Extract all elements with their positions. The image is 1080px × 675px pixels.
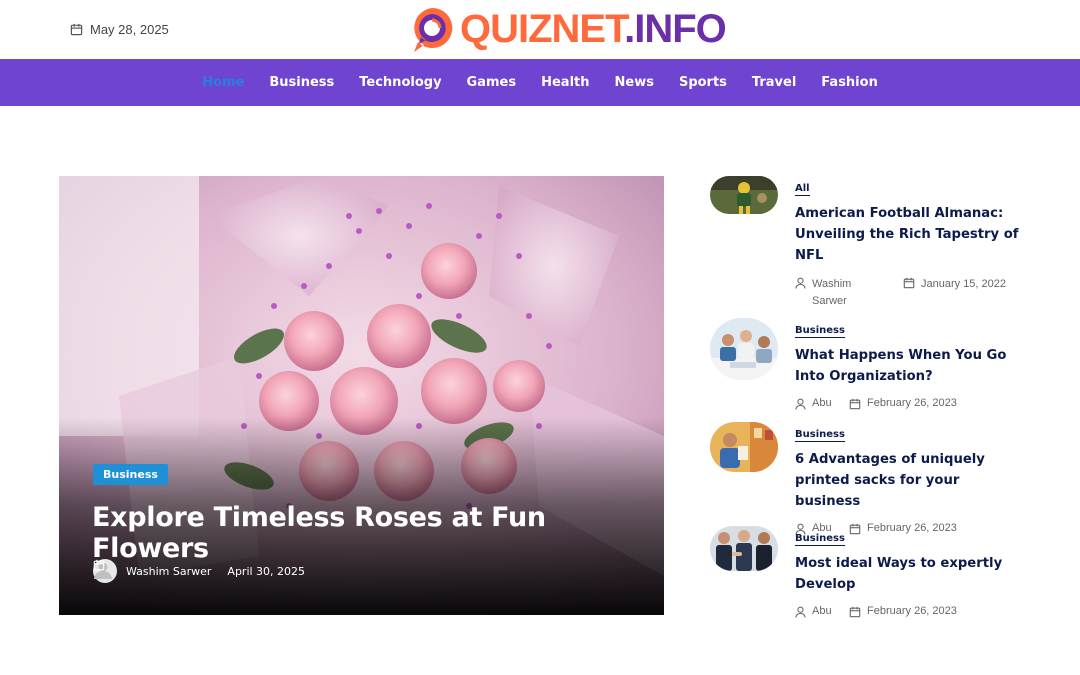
nav-item-health[interactable]: Health (529, 75, 602, 90)
post-category[interactable]: All (795, 182, 810, 196)
nav-item-business[interactable]: Business (257, 75, 347, 90)
nav-item-news[interactable]: News (602, 75, 666, 90)
nav-item-home[interactable]: Home (190, 75, 257, 90)
post-title[interactable]: What Happens When You Go Into Organizati… (795, 345, 1020, 387)
user-icon (795, 398, 806, 410)
main-nav: Home Business Technology Games Health Ne… (0, 59, 1080, 106)
header-date: May 28, 2025 (70, 22, 169, 37)
football-player-image (710, 176, 778, 214)
hero-category-badge[interactable]: Business (93, 464, 168, 485)
calendar-icon (903, 277, 915, 289)
post-meta: Abu February 26, 2023 (795, 605, 1020, 618)
user-icon (795, 606, 806, 618)
post-thumbnail[interactable] (710, 526, 778, 571)
hero-author[interactable]: Washim Sarwer (126, 565, 211, 578)
logo-text-quiznet: QUIZNET (460, 7, 625, 51)
post-date: February 26, 2023 (867, 605, 957, 617)
post-category[interactable]: Business (795, 324, 845, 338)
logo-chat-icon (414, 7, 453, 52)
hero-meta: Washim Sarwer April 30, 2025 (93, 559, 305, 583)
site-logo[interactable]: QUIZNET.INFO (408, 4, 727, 54)
post-date: January 15, 2022 (921, 278, 1007, 290)
business-handshake-image (710, 526, 778, 571)
nav-item-technology[interactable]: Technology (347, 75, 454, 90)
hero-title[interactable]: Explore Timeless Roses at Fun Flowers (92, 502, 664, 564)
hero-post[interactable]: Business Explore Timeless Roses at Fun F… (59, 176, 664, 615)
user-icon (795, 277, 806, 289)
nav-item-fashion[interactable]: Fashion (809, 75, 891, 90)
logo-text-info: .INFO (624, 7, 727, 51)
nav-item-games[interactable]: Games (454, 75, 529, 90)
post-thumbnail[interactable] (710, 176, 778, 214)
top-bar: May 28, 2025 QUIZNET.INFO (0, 0, 1080, 59)
post-author[interactable]: Abu (812, 605, 832, 617)
post-author[interactable]: Abu (812, 397, 832, 409)
post-title[interactable]: 6 Advantages of uniquely printed sacks f… (795, 449, 1020, 512)
post-title[interactable]: Most ideal Ways to expertly Develop (795, 553, 1020, 595)
post-category[interactable]: Business (795, 428, 845, 442)
nav-item-travel[interactable]: Travel (739, 75, 808, 90)
shopping-image (710, 422, 778, 472)
post-thumbnail[interactable] (710, 422, 778, 472)
nav-item-sports[interactable]: Sports (666, 75, 739, 90)
calendar-icon (93, 559, 105, 571)
post-author[interactable]: Washim Sarwer (812, 276, 882, 310)
post-title[interactable]: American Football Almanac: Unveiling the… (795, 203, 1020, 266)
office-meeting-image (710, 318, 778, 380)
post-date: February 26, 2023 (867, 397, 957, 409)
calendar-icon (849, 398, 861, 410)
header-date-text: May 28, 2025 (90, 22, 169, 37)
post-thumbnail[interactable] (710, 318, 778, 380)
post-category[interactable]: Business (795, 532, 845, 546)
calendar-icon (849, 606, 861, 618)
post-meta: Abu February 26, 2023 (795, 397, 1020, 410)
calendar-icon (70, 23, 83, 36)
post-meta: Washim Sarwer January 15, 2022 (795, 276, 1020, 310)
hero-date: April 30, 2025 (227, 564, 306, 578)
